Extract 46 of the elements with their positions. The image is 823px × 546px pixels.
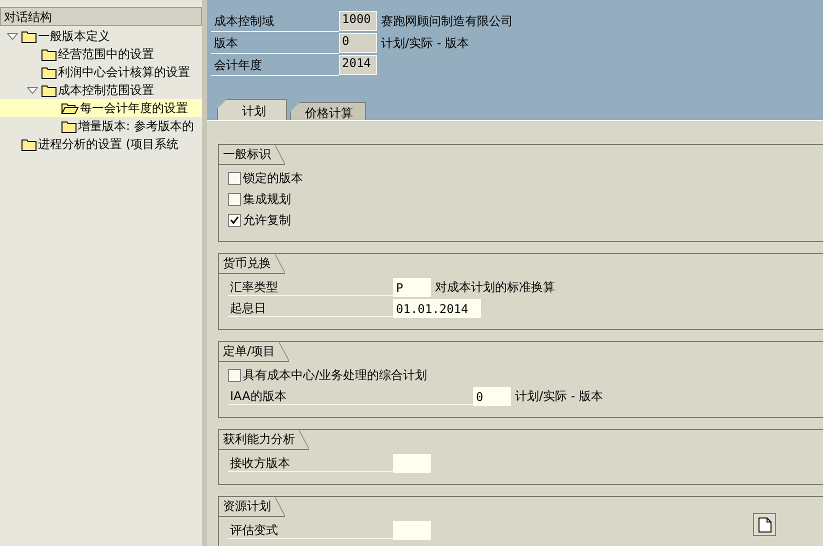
tree-item[interactable]: 经营范围中的设置 <box>0 45 202 63</box>
folder-icon <box>41 66 57 78</box>
tree-item[interactable]: 一般版本定义 <box>0 27 202 45</box>
tree-item[interactable]: 成本控制范围设置 <box>0 81 202 99</box>
checkbox-label: 允许复制 <box>243 212 291 229</box>
document-button[interactable] <box>753 513 776 536</box>
folder-icon <box>21 138 37 150</box>
field-description: 计划/实际 - 版本 <box>381 34 470 52</box>
input-field[interactable] <box>393 521 431 540</box>
field-label: IAA的版本 <box>228 388 473 405</box>
field-description: 对成本计划的标准换算 <box>435 279 555 296</box>
tab[interactable]: 价格计算 <box>290 102 366 120</box>
expand-icon[interactable] <box>6 32 18 40</box>
tree-item[interactable]: 利润中心会计核算的设置 <box>0 63 202 81</box>
tree-item[interactable]: 进程分析的设置 (项目系统 <box>0 135 202 153</box>
folder-icon <box>61 120 77 132</box>
field-description: 计划/实际 - 版本 <box>515 388 604 405</box>
value-field: 2014 <box>339 55 377 75</box>
field-description: 赛跑网顾问制造有限公司 <box>381 12 513 30</box>
checkbox[interactable] <box>228 193 241 206</box>
field-label: 接收方版本 <box>228 455 393 472</box>
folder-icon <box>41 48 57 60</box>
tree-item[interactable]: 增量版本: 参考版本的 <box>0 117 202 135</box>
folder-icon <box>41 84 57 96</box>
value-field: 0 <box>339 33 377 53</box>
checkbox[interactable] <box>228 369 241 382</box>
checkbox-label: 集成规划 <box>243 191 291 208</box>
checkbox-label: 具有成本中心/业务处理的综合计划 <box>243 367 428 384</box>
expand-icon[interactable] <box>26 86 38 94</box>
value-field: 1000 <box>339 11 377 31</box>
field-label: 评估变式 <box>228 522 393 539</box>
checkbox-label: 锁定的版本 <box>243 170 303 187</box>
field-label: 汇率类型 <box>228 279 393 296</box>
input-field[interactable]: 01.01.2014 <box>393 299 481 318</box>
input-field[interactable] <box>393 454 431 473</box>
input-field[interactable]: 0 <box>473 387 511 406</box>
field-label: 起息日 <box>228 300 393 317</box>
checkbox[interactable] <box>228 172 241 185</box>
open-folder-icon <box>61 102 79 114</box>
panel-title: 对话结构 <box>0 7 202 26</box>
folder-icon <box>21 30 37 42</box>
input-field[interactable]: P <box>393 278 431 297</box>
document-icon <box>758 516 772 532</box>
checkbox[interactable] <box>228 214 241 227</box>
tab[interactable]: 计划 <box>217 99 287 120</box>
tree-item[interactable]: 每一会计年度的设置 <box>0 99 202 117</box>
